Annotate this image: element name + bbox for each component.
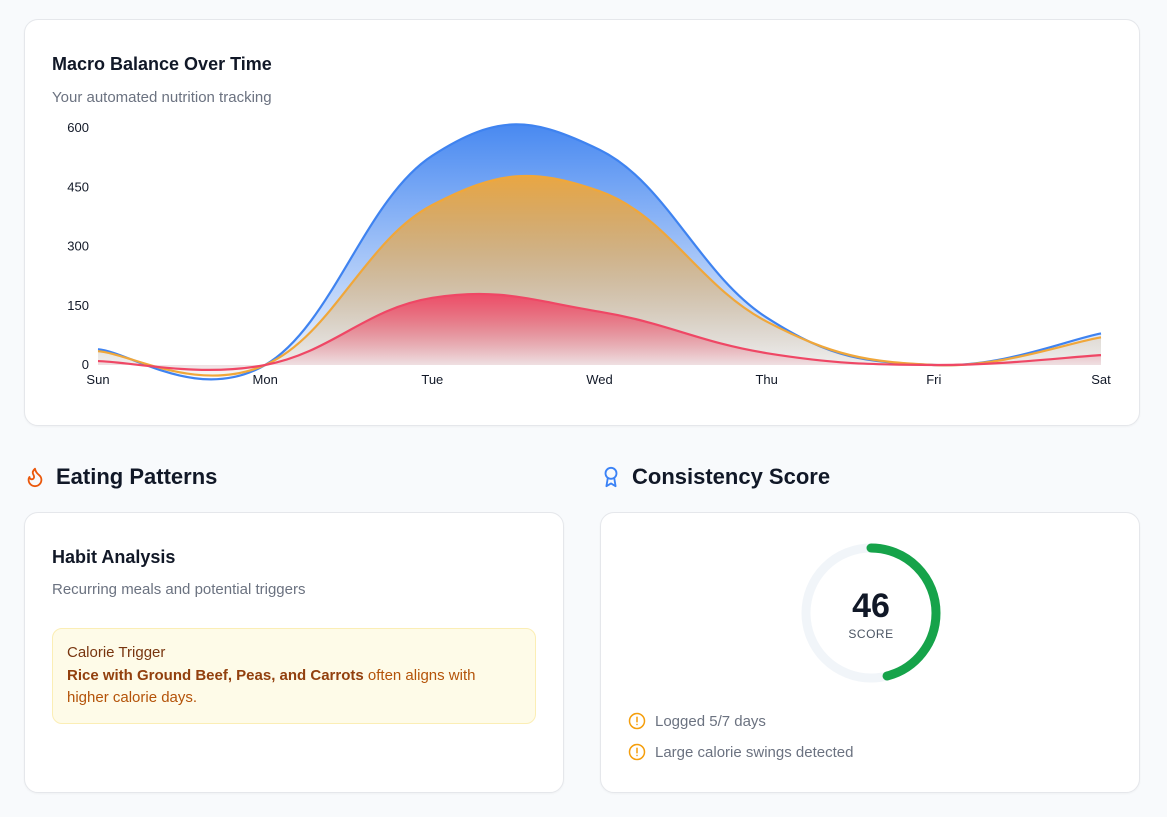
y-tick-label: 0 (82, 357, 89, 372)
y-tick-label: 300 (67, 239, 89, 254)
trigger-meal: Rice with Ground Beef, Peas, and Carrots (67, 667, 364, 684)
note-text: Logged 5/7 days (655, 712, 766, 730)
consistency-title: Consistency Score (632, 464, 831, 489)
x-tick-label: Fri (926, 372, 941, 387)
x-tick-label: Sun (86, 372, 109, 387)
x-tick-label: Sat (1091, 372, 1111, 387)
macro-chart-card: Macro Balance Over Time Your automated n… (24, 19, 1140, 426)
macro-area-chart: 0 150 300 450 600 Sun Mon Tue Wed Thu Fri Sat (67, 120, 1111, 387)
flame-icon (27, 467, 43, 488)
habit-subtitle: Recurring meals and potential triggers (52, 581, 306, 598)
x-tick-label: Tue (421, 372, 443, 387)
consistency-score-card: 46 SCORE Logged 5/7 days Large calorie s… (600, 512, 1140, 793)
trigger-description: Rice with Ground Beef, Peas, and Carrots… (67, 665, 521, 709)
eating-patterns-title: Eating Patterns (56, 464, 218, 489)
score-value: 46 (852, 587, 890, 625)
alert-circle-icon (628, 743, 646, 761)
y-tick-label: 450 (67, 179, 89, 194)
x-tick-label: Thu (755, 372, 777, 387)
award-icon (604, 466, 618, 488)
note-logged-days: Logged 5/7 days (628, 712, 766, 730)
y-tick-label: 150 (67, 298, 89, 313)
x-tick-label: Wed (586, 372, 613, 387)
trigger-title: Calorie Trigger (67, 644, 166, 661)
alert-circle-icon (628, 712, 646, 730)
y-tick-label: 600 (67, 120, 89, 135)
eating-patterns-heading: Eating Patterns (24, 464, 217, 490)
calorie-trigger-callout: Calorie Trigger Rice with Ground Beef, P… (52, 628, 536, 724)
habit-analysis-card: Habit Analysis Recurring meals and poten… (24, 512, 564, 793)
x-tick-label: Mon (253, 372, 278, 387)
score-label: SCORE (848, 627, 894, 641)
consistency-heading: Consistency Score (600, 464, 830, 490)
note-text: Large calorie swings detected (655, 743, 854, 761)
note-calorie-swings: Large calorie swings detected (628, 743, 853, 761)
habit-title: Habit Analysis (52, 547, 176, 567)
